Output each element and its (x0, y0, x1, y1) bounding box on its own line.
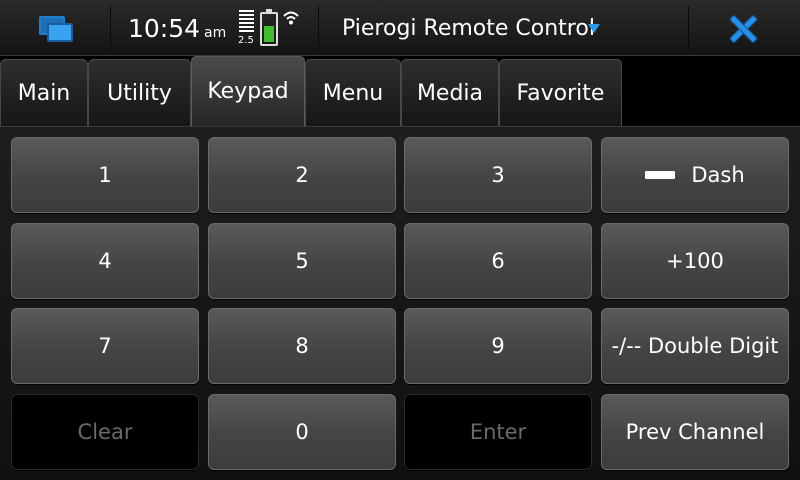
enter-button[interactable]: Enter (404, 394, 592, 470)
plus-100-button[interactable]: +100 (601, 223, 789, 299)
key-1-button[interactable]: 1 (11, 137, 199, 213)
key-7-button[interactable]: 7 (11, 308, 199, 384)
tab-utility[interactable]: Utility (88, 59, 191, 126)
tab-main[interactable]: Main (0, 59, 88, 126)
dash-icon (645, 171, 676, 179)
double-digit-button[interactable]: -/-- Double Digit (601, 308, 789, 384)
dash-button[interactable]: Dash (601, 137, 789, 213)
dash-label: Dash (691, 163, 745, 187)
network-label: 2.5 (238, 35, 254, 46)
status-bar: 10:54 am 2.5 Pierogi Remote Control (0, 0, 800, 56)
task-switcher-icon[interactable] (36, 12, 76, 44)
keypad-panel: 1 2 3 Dash 4 5 6 +100 7 8 9 -/-- Double … (0, 126, 800, 480)
close-icon[interactable] (726, 12, 760, 46)
clock: 10:54 am (128, 14, 226, 43)
wifi-icon (283, 11, 299, 25)
title-menu-arrow-icon[interactable] (588, 24, 600, 33)
tab-menu[interactable]: Menu (305, 59, 401, 126)
key-6-button[interactable]: 6 (404, 223, 592, 299)
tab-favorite[interactable]: Favorite (499, 59, 622, 126)
signal-strength-icon: 2.5 (238, 10, 256, 46)
tab-media[interactable]: Media (401, 59, 499, 126)
tab-bar: Main Utility Keypad Menu Media Favorite (0, 56, 800, 126)
clear-button[interactable]: Clear (11, 394, 199, 470)
clock-time: 10:54 (128, 14, 201, 43)
app-title[interactable]: Pierogi Remote Control (342, 16, 595, 41)
key-4-button[interactable]: 4 (11, 223, 199, 299)
clock-ampm: am (204, 25, 227, 41)
battery-icon (260, 9, 278, 46)
key-3-button[interactable]: 3 (404, 137, 592, 213)
tab-keypad[interactable]: Keypad (191, 56, 305, 126)
key-8-button[interactable]: 8 (208, 308, 396, 384)
key-0-button[interactable]: 0 (208, 394, 396, 470)
prev-channel-button[interactable]: Prev Channel (601, 394, 789, 470)
key-2-button[interactable]: 2 (208, 137, 396, 213)
key-5-button[interactable]: 5 (208, 223, 396, 299)
key-9-button[interactable]: 9 (404, 308, 592, 384)
